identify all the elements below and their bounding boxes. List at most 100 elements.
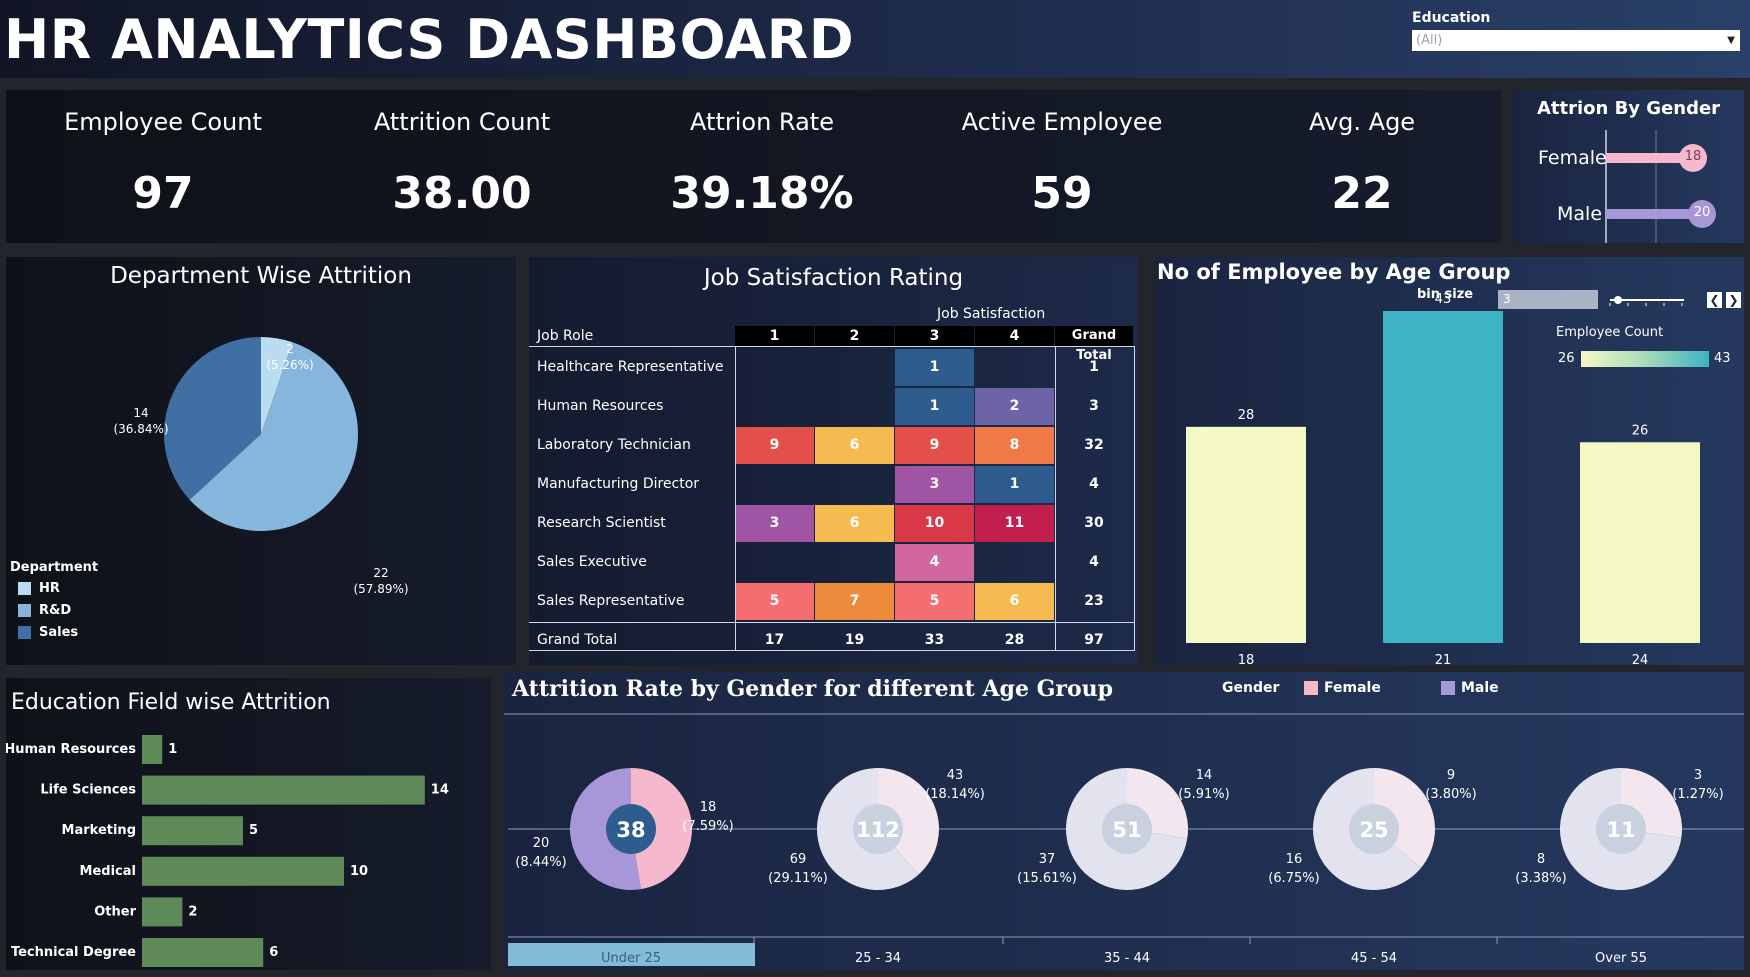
dashboard-title: HR ANALYTICS DASHBOARD xyxy=(4,8,855,71)
attrition-age-panel: Attrition Rate by Gender for different A… xyxy=(504,672,1744,970)
male-pct-label: (3.38%) xyxy=(1515,871,1566,886)
donut-total-label: 11 xyxy=(1606,818,1635,842)
female-pct-label: (7.59%) xyxy=(682,819,733,834)
male-pct-label: (29.11%) xyxy=(768,871,828,886)
bar-value-label: 14 xyxy=(431,783,449,798)
bar-value-label: 26 xyxy=(1632,423,1649,438)
male-count-label: 37 xyxy=(1039,852,1056,867)
table-row: Sales Representative 5 7 5 6 23 xyxy=(529,583,1138,620)
dropdown-arrow-icon[interactable]: ▼ xyxy=(1727,30,1735,51)
education-bar xyxy=(142,938,264,967)
kpi-label: Avg. Age xyxy=(1308,108,1416,136)
gender-panel: Attrion By Gender Female 18 Male 20 xyxy=(1513,90,1744,243)
age-group-tick-label: Over 55 xyxy=(1595,951,1647,966)
heatmap-cell: 17 xyxy=(764,632,785,648)
legend-label: HR xyxy=(39,581,60,596)
hr-slice-label: 2 (5.26%) xyxy=(250,341,330,373)
age-group-tick-label: 35 - 44 xyxy=(1104,951,1150,966)
heatmap-cell: 8 xyxy=(975,427,1054,464)
job-role-label: Sales Representative xyxy=(537,593,685,609)
x-tick-label: 24 xyxy=(1632,653,1649,665)
column-header: 4 xyxy=(975,326,1054,346)
education-bar xyxy=(142,735,163,764)
donut-total-label: 25 xyxy=(1359,818,1388,842)
legend-item-sales[interactable]: Sales xyxy=(10,625,98,640)
table-row: Healthcare Representative 1 1 xyxy=(529,349,1138,386)
male-bar xyxy=(1606,209,1692,219)
donut-total-label: 51 xyxy=(1112,818,1141,842)
female-pct-label: (5.91%) xyxy=(1178,787,1229,802)
female-count-label: 14 xyxy=(1196,768,1213,783)
bar-value-label: 10 xyxy=(350,864,368,879)
education-filter-value: (All) xyxy=(1416,33,1443,48)
heatmap-cell xyxy=(815,349,894,386)
heatmap-cell xyxy=(815,388,894,425)
sales-count: 14 xyxy=(133,406,149,420)
education-field-panel: Education Field wise Attrition Human Res… xyxy=(6,678,491,970)
job-role-label: Manufacturing Director xyxy=(537,476,700,492)
kpi-label: Attrion Rate xyxy=(690,108,834,136)
legend-item-rd[interactable]: R&D xyxy=(10,603,98,618)
table-row: Sales Executive 4 4 xyxy=(529,544,1138,581)
column-header: 1 xyxy=(735,326,814,346)
kpi-value: 38.00 xyxy=(392,168,532,219)
rd-count: 22 xyxy=(373,566,389,580)
job-role-label: Human Resources xyxy=(537,398,664,414)
age-group-bar-chart: 28 18 43 21 26 24 xyxy=(1186,292,1700,665)
legend-title: Department xyxy=(10,560,99,575)
female-pct-label: (3.80%) xyxy=(1425,787,1476,802)
header-bar: HR ANALYTICS DASHBOARD Education (All) ▼ xyxy=(0,0,1750,78)
heatmap-cell: 6 xyxy=(815,427,894,464)
heatmap-cell: 6 xyxy=(975,583,1054,620)
department-legend: Department HR R&D Sales xyxy=(10,560,98,640)
male-pct-label: (8.44%) xyxy=(515,855,566,870)
male-count-label: 20 xyxy=(533,836,550,851)
bar-value-label: 5 xyxy=(249,823,258,838)
heatmap-cell: 1 xyxy=(975,466,1054,503)
heatmap-cell: 9 xyxy=(895,427,974,464)
bar-value-label: 2 xyxy=(188,904,197,919)
age-bar-21 xyxy=(1383,311,1503,643)
row-total: 3 xyxy=(1089,398,1099,414)
kpi-label: Employee Count xyxy=(64,108,262,136)
legend-label: Sales xyxy=(39,625,79,640)
male-pct-label: (15.61%) xyxy=(1017,871,1077,886)
heatmap-cell xyxy=(975,544,1054,581)
row-total: 4 xyxy=(1089,554,1099,570)
rd-slice-label: 22 (57.89%) xyxy=(341,565,421,597)
category-label: Technical Degree xyxy=(11,945,136,960)
heatmap-cell xyxy=(975,349,1054,386)
table-row: Laboratory Technician 9 6 9 8 32 xyxy=(529,427,1138,464)
table-row: Human Resources 1 2 3 xyxy=(529,388,1138,425)
table-gridline xyxy=(529,650,1135,651)
heatmap-cell: 5 xyxy=(735,583,814,620)
category-label: Life Sciences xyxy=(40,783,136,798)
category-label: Other xyxy=(94,904,136,919)
female-count-label: 3 xyxy=(1694,768,1702,783)
female-pct-label: (1.27%) xyxy=(1672,787,1723,802)
heatmap-cell xyxy=(735,544,814,581)
female-count-label: 9 xyxy=(1447,768,1455,783)
table-gridline xyxy=(1134,346,1135,650)
female-pct-label: (18.14%) xyxy=(925,787,985,802)
attrition-age-donut-chart: Under 253818(7.59%)20(8.44%)25 - 3411243… xyxy=(504,713,1744,966)
age-group-tick-label: 25 - 34 xyxy=(855,951,901,966)
kpi-value: 59 xyxy=(1031,168,1093,219)
heatmap-cell: 3 xyxy=(735,505,814,542)
department-panel: Department Wise Attrition 2 (5.26%) 14 (… xyxy=(6,257,516,665)
education-filter-dropdown[interactable]: (All) ▼ xyxy=(1412,30,1740,51)
bar-value-label: 6 xyxy=(269,945,278,960)
heatmap-cell: 10 xyxy=(895,505,974,542)
donut-total-label: 112 xyxy=(856,818,900,842)
legend-label: R&D xyxy=(39,603,72,618)
heatmap-cell: 7 xyxy=(815,583,894,620)
row-total: 1 xyxy=(1089,359,1099,375)
heatmap-cell: 2 xyxy=(975,388,1054,425)
job-role-label: Grand Total xyxy=(537,632,618,648)
legend-item-hr[interactable]: HR xyxy=(10,581,98,596)
education-field-bar-chart: Human Resources 1 Life Sciences 14 Marketing… xyxy=(6,735,449,967)
legend-swatch-sales xyxy=(18,626,31,639)
heatmap-cell xyxy=(735,466,814,503)
job-role-label: Research Scientist xyxy=(537,515,666,531)
heatmap-cell: 5 xyxy=(895,583,974,620)
